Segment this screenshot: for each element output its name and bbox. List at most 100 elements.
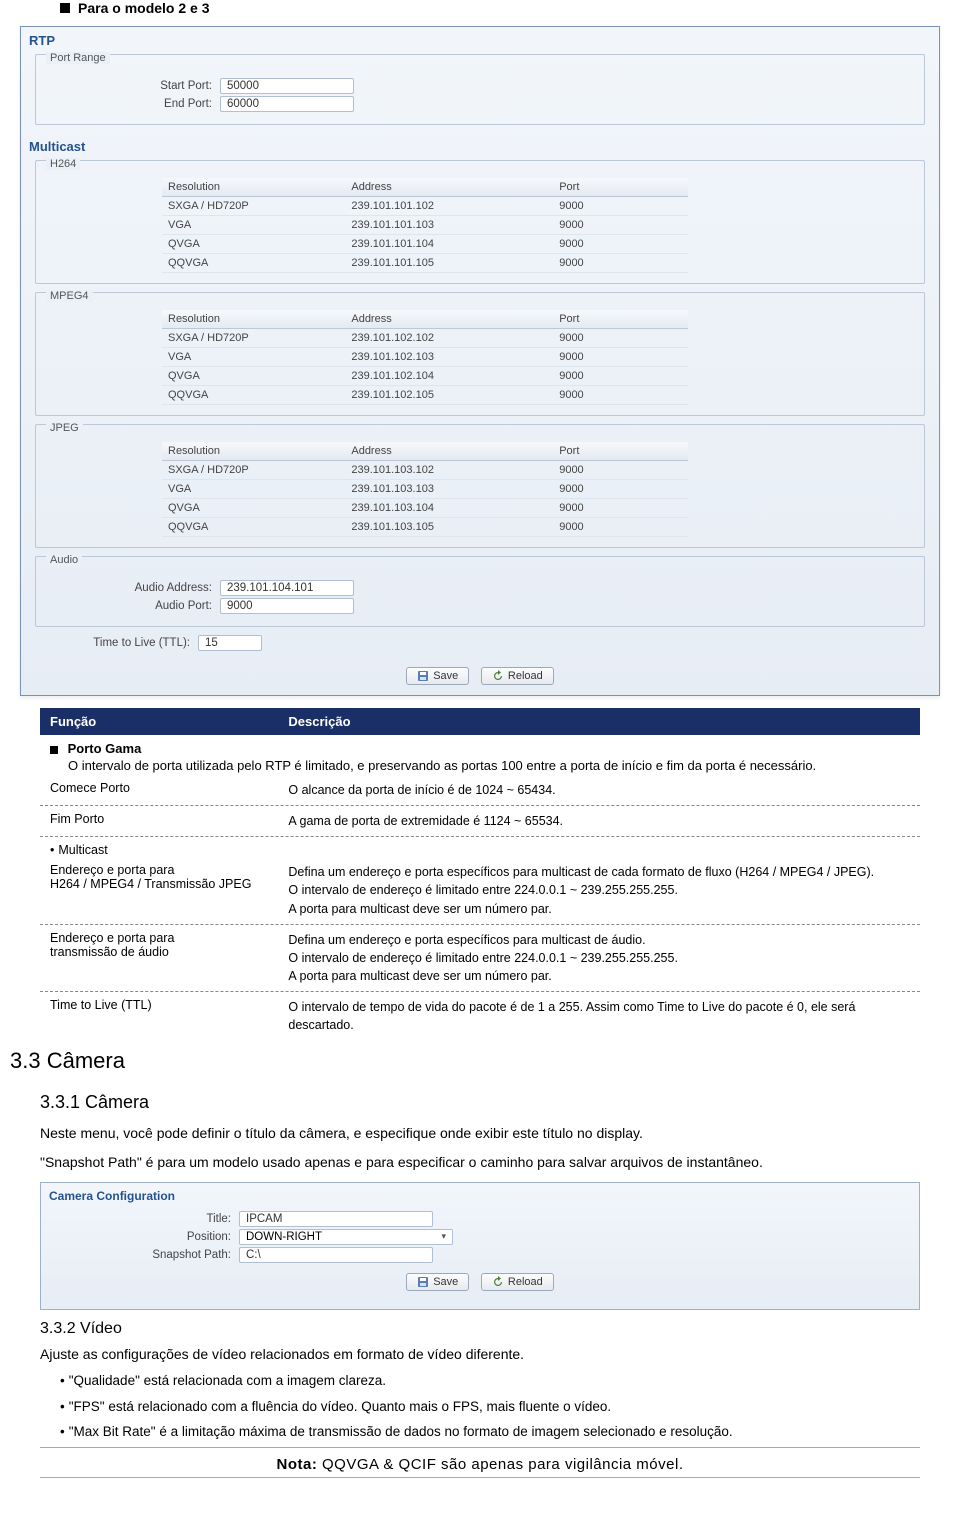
cc-title-value[interactable]: IPCAM — [239, 1211, 433, 1227]
cell-res: QVGA — [162, 367, 345, 385]
audio-fieldset: Audio Audio Address: 239.101.104.101 Aud… — [35, 556, 925, 627]
col-addr: Address — [345, 178, 553, 196]
save-button-2[interactable]: Save — [406, 1273, 469, 1291]
camera-config-panel: Camera Configuration Title: IPCAM Positi… — [40, 1182, 920, 1310]
jpeg-table: Resolution Address Port SXGA / HD720P239… — [162, 442, 688, 537]
save-icon — [417, 670, 429, 682]
save-label: Save — [433, 670, 458, 682]
rtp-multicast-panel: RTP Port Range Start Port: 50000 End Por… — [20, 26, 940, 696]
audio-addr-desc3: A porta para multicast deve ser um númer… — [288, 967, 910, 985]
cell-addr: 239.101.103.104 — [345, 499, 553, 517]
ttl-desc-value: O intervalo de tempo de vida do pacote é… — [278, 998, 920, 1034]
reload-button[interactable]: Reload — [481, 667, 554, 685]
camera-config-title: Camera Configuration — [41, 1183, 919, 1209]
cell-port: 9000 — [553, 367, 687, 385]
jpeg-fieldset: JPEG Resolution Address Port SXGA / HD72… — [35, 424, 925, 548]
save-button[interactable]: Save — [406, 667, 469, 685]
cell-addr: 239.101.103.105 — [345, 518, 553, 536]
ttl-value[interactable]: 15 — [198, 635, 262, 651]
cell-port: 9000 — [553, 254, 687, 272]
rtp-title: RTP — [21, 27, 939, 50]
cell-addr: 239.101.103.102 — [345, 461, 553, 479]
table-row: QVGA239.101.102.1049000 — [162, 367, 688, 386]
cell-port: 9000 — [553, 480, 687, 498]
table-row: QVGA239.101.103.1049000 — [162, 499, 688, 518]
cell-res: VGA — [162, 348, 345, 366]
port-range-fieldset: Port Range Start Port: 50000 End Port: 6… — [35, 54, 925, 125]
save-icon — [417, 1276, 429, 1288]
audio-port-value[interactable]: 9000 — [220, 598, 354, 614]
cell-res: QVGA — [162, 499, 345, 517]
bullet-square — [60, 3, 70, 13]
col-res: Resolution — [162, 178, 345, 196]
cell-res: QVGA — [162, 235, 345, 253]
col-res: Resolution — [162, 310, 345, 328]
multicast-title: Multicast — [21, 133, 939, 156]
mpeg4-legend: MPEG4 — [46, 290, 93, 302]
bullet-qualidade: "Qualidade" está relacionada com a image… — [69, 1373, 386, 1388]
reload-button-2[interactable]: Reload — [481, 1273, 554, 1291]
bullet-maxbitrate: "Max Bit Rate" é a limitação máxima de t… — [69, 1424, 733, 1439]
stream-addr-desc1: Defina um endereço e porta específicos p… — [288, 863, 910, 881]
p-331-2: "Snapshot Path" é para um modelo usado a… — [0, 1148, 960, 1176]
cell-res: VGA — [162, 480, 345, 498]
cell-port: 9000 — [553, 499, 687, 517]
cell-port: 9000 — [553, 386, 687, 404]
table-row: SXGA / HD720P239.101.102.1029000 — [162, 329, 688, 348]
fim-porto-desc: A gama de porta de extremidade é 1124 ~ … — [278, 812, 920, 830]
divider — [40, 1447, 920, 1448]
dot-icon: • — [60, 1424, 65, 1439]
cc-position-value: DOWN-RIGHT — [246, 1231, 322, 1243]
nota-label: Nota: — [277, 1456, 318, 1473]
audio-addr-label: Audio Address: — [42, 582, 220, 594]
table-row: QQVGA239.101.103.1059000 — [162, 518, 688, 537]
dot-icon: • — [60, 1373, 65, 1388]
reload-icon — [492, 670, 504, 682]
cell-addr: 239.101.101.104 — [345, 235, 553, 253]
reload-label: Reload — [508, 670, 543, 682]
section-331: 3.3.1 Câmera — [0, 1078, 960, 1119]
ttl-desc-label: Time to Live (TTL) — [40, 998, 278, 1034]
cell-res: VGA — [162, 216, 345, 234]
cc-position-select[interactable]: DOWN-RIGHT ▾ — [239, 1229, 453, 1245]
stream-addr-desc2: O intervalo de endereço é limitado entre… — [288, 881, 910, 899]
table-row: VGA239.101.103.1039000 — [162, 480, 688, 499]
audio-addr-desc1: Defina um endereço e porta específicos p… — [288, 931, 910, 949]
col-addr: Address — [345, 310, 553, 328]
table-row: VGA239.101.101.1039000 — [162, 216, 688, 235]
nota-text: QQVGA & QCIF são apenas para vigilância … — [317, 1456, 683, 1473]
audio-addr-value[interactable]: 239.101.104.101 — [220, 580, 354, 596]
end-port-value[interactable]: 60000 — [220, 96, 354, 112]
stream-addr-desc3: A porta para multicast deve ser um númer… — [288, 900, 910, 918]
porto-gama-label: Porto Gama — [68, 741, 142, 756]
p-332: Ajuste as configurações de vídeo relacio… — [0, 1344, 960, 1368]
desc-col-funcao: Função — [40, 708, 278, 735]
cell-port: 9000 — [553, 461, 687, 479]
comece-porto-desc: O alcance da porta de início é de 1024 ~… — [278, 781, 920, 799]
stream-addr-label: Endereço e porta para H264 / MPEG4 / Tra… — [40, 863, 278, 917]
start-port-value[interactable]: 50000 — [220, 78, 354, 94]
col-port: Port — [553, 442, 687, 460]
porto-gama-desc: O intervalo de porta utilizada pelo RTP … — [50, 756, 910, 773]
audio-port-label: Audio Port: — [42, 600, 220, 612]
h264-legend: H264 — [46, 158, 80, 170]
h264-table: Resolution Address Port SXGA / HD720P239… — [162, 178, 688, 273]
cell-addr: 239.101.101.103 — [345, 216, 553, 234]
cc-snapshot-value[interactable]: C:\ — [239, 1247, 433, 1263]
cell-res: SXGA / HD720P — [162, 197, 345, 215]
audio-addr-label2: Endereço e porta para transmissão de áud… — [40, 931, 278, 985]
cell-port: 9000 — [553, 348, 687, 366]
col-addr: Address — [345, 442, 553, 460]
table-row: VGA239.101.102.1039000 — [162, 348, 688, 367]
cell-res: QQVGA — [162, 386, 345, 404]
cc-snapshot-label: Snapshot Path: — [41, 1249, 239, 1261]
cell-addr: 239.101.101.102 — [345, 197, 553, 215]
cell-addr: 239.101.103.103 — [345, 480, 553, 498]
bullet-fps: "FPS" está relacionado com a fluência do… — [69, 1399, 611, 1414]
audio-legend: Audio — [46, 554, 82, 566]
table-row: QQVGA239.101.102.1059000 — [162, 386, 688, 405]
comece-porto-label: Comece Porto — [40, 781, 278, 799]
cell-addr: 239.101.101.105 — [345, 254, 553, 272]
start-port-label: Start Port: — [42, 80, 220, 92]
cell-addr: 239.101.102.103 — [345, 348, 553, 366]
